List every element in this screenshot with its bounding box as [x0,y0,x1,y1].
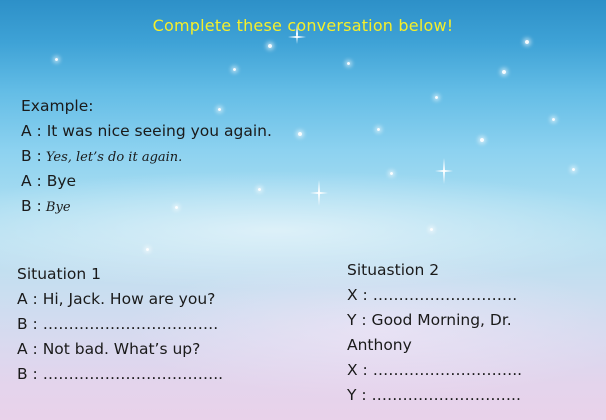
situation-1-dialogue: Situation 1 A : Hi, Jack. How are you? B… [17,262,223,387]
speaker-label: B : [21,147,42,165]
situation-1-heading: Situation 1 [17,265,102,283]
dialogue-line: A : It was nice seeing you again. [21,119,272,144]
blank-answer: ……………………………. [37,315,219,333]
star-icon [233,68,236,71]
star-icon [390,172,393,175]
speaker-label: Y : [347,386,367,404]
page-title: Complete these conversation below! [152,16,454,35]
dialogue-line: X : ……………………….. [347,358,522,383]
star-icon [146,248,149,251]
blank-answer: ………………………. [367,286,518,304]
speaker-label: Y : [347,311,367,329]
speaker-label: B : [17,315,38,333]
dialogue-line: Y : ……………………….. [347,383,522,408]
star-icon [430,228,433,231]
dialogue-line: B : Bye [21,194,272,219]
star-icon [525,40,529,44]
star-icon [347,62,350,65]
dialogue-line: Anthony [347,333,522,358]
dialogue-text: It was nice seeing you again. [41,122,272,140]
star-icon [298,132,302,136]
star-icon [377,128,380,131]
dialogue-text: Anthony [347,336,412,354]
dialogue-text: Yes, let’s do it again. [41,150,183,165]
dialogue-line: X : ………………………. [347,283,522,308]
dialogue-text: Bye [41,172,77,190]
dialogue-line: B : Yes, let’s do it again. [21,144,272,169]
speaker-label: A : [17,290,38,308]
dialogue-line: A : Bye [21,169,272,194]
situation-2-dialogue: Situastion 2 X : ………………………. Y : Good Mor… [347,258,522,408]
dialogue-text: Good Morning, Dr. [366,311,512,329]
dialogue-line: B : …………………………….. [17,362,223,387]
example-dialogue: Example: A : It was nice seeing you agai… [21,94,272,219]
speaker-label: B : [21,197,42,215]
speaker-label: B : [17,365,38,383]
star-icon [572,168,575,171]
dialogue-line: A : Hi, Jack. How are you? [17,287,223,312]
dialogue-text: Not bad. What’s up? [37,340,201,358]
dialogue-text: Bye [41,200,71,215]
speaker-label: A : [17,340,38,358]
speaker-label: A : [21,172,42,190]
speaker-label: X : [347,286,368,304]
blank-answer: ……………………….. [367,361,523,379]
dialogue-line: Y : Good Morning, Dr. [347,308,522,333]
dialogue-line: A : Not bad. What’s up? [17,337,223,362]
dialogue-line: B : ……………………………. [17,312,223,337]
star-icon [435,96,438,99]
situation-2-heading: Situastion 2 [347,261,440,279]
sparkle-icon [310,180,328,206]
blank-answer: …………………………….. [37,365,224,383]
slide-background: Complete these conversation below! Examp… [0,0,606,420]
star-icon [552,118,555,121]
star-icon [55,58,58,61]
example-heading: Example: [21,97,94,115]
blank-answer: ……………………….. [366,386,521,404]
star-icon [502,70,506,74]
star-icon [268,44,272,48]
dialogue-text: Hi, Jack. How are you? [37,290,216,308]
speaker-label: A : [21,122,42,140]
star-icon [480,138,484,142]
speaker-label: X : [347,361,368,379]
sparkle-icon [435,158,453,184]
